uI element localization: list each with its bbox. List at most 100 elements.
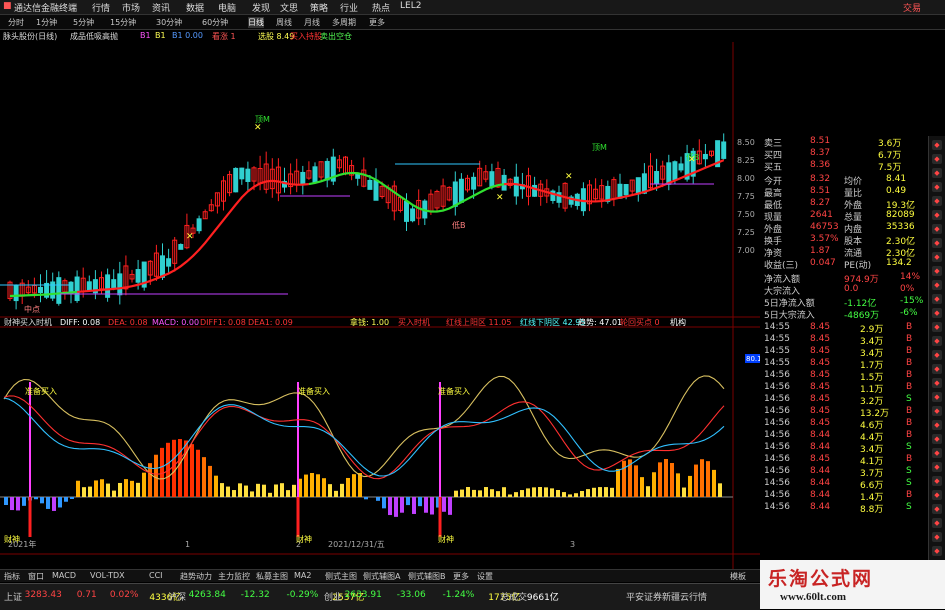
candle-body (75, 277, 79, 300)
side-tool-icon[interactable]: ◆ (932, 490, 942, 500)
side-tool-icon[interactable]: ◆ (932, 350, 942, 360)
low-mark: 低B (452, 220, 466, 230)
side-tool-icon[interactable]: ◆ (932, 196, 942, 206)
side-tool-icon[interactable]: ◆ (932, 546, 942, 556)
histogram-bar (286, 490, 290, 497)
tick-side: B (906, 430, 912, 440)
side-tool-icon[interactable]: ◆ (932, 448, 942, 458)
side-tool-icon[interactable]: ◆ (932, 294, 942, 304)
histogram-bar (580, 491, 584, 497)
side-tool-icon[interactable]: ◆ (932, 238, 942, 248)
side-tool-icon[interactable]: ◆ (932, 462, 942, 472)
side-tool-icon[interactable]: ◆ (932, 140, 942, 150)
menu-item[interactable]: 市场 (122, 1, 140, 14)
indicator-tab[interactable]: 趋势动力 (180, 571, 212, 582)
side-tool-icon[interactable]: ◆ (932, 378, 942, 388)
indicator-tab[interactable]: VOL-TDX (90, 571, 125, 580)
side-tool-icon[interactable]: ◆ (932, 392, 942, 402)
menu-item[interactable]: 电脑 (218, 1, 236, 14)
signal-star-icon: ✕ (565, 172, 573, 182)
menu-item[interactable]: 发现 (252, 1, 270, 14)
flow-pct: 14% (900, 272, 920, 282)
template-button[interactable]: 模板 (730, 571, 746, 582)
side-tool-icon[interactable]: ◆ (932, 518, 942, 528)
candle-body (673, 162, 677, 180)
menu-item[interactable]: 策略 (310, 1, 328, 14)
period-tab[interactable]: 月线 (304, 17, 320, 28)
period-tab[interactable]: 5分钟 (73, 17, 94, 28)
histogram-bar (364, 497, 368, 499)
period-tab[interactable]: 周线 (276, 17, 292, 28)
menu-item[interactable]: LEL2 (400, 1, 421, 11)
indicator-tab[interactable]: 窗口 (28, 571, 44, 582)
side-tool-icon[interactable]: ◆ (932, 280, 942, 290)
period-tab[interactable]: 分时 (8, 17, 24, 28)
indicator-tab[interactable]: MA2 (294, 571, 311, 580)
period-tab[interactable]: 1分钟 (36, 17, 57, 28)
menu-item[interactable]: 文思 (280, 1, 298, 14)
tick-row: 14:568.454.1万B (760, 454, 928, 466)
side-tool-icon[interactable]: ◆ (932, 532, 942, 542)
histogram-bar (328, 484, 332, 497)
period-tab[interactable]: 日线 (248, 17, 264, 28)
menu-item[interactable]: 行情 (92, 1, 110, 14)
side-tool-icon[interactable]: ◆ (932, 336, 942, 346)
indicator-tab[interactable]: 侧式主图 (325, 571, 357, 582)
histogram-bar (712, 470, 716, 497)
candle-body (655, 172, 659, 184)
menu-item[interactable]: 资讯 (152, 1, 170, 14)
formula-name[interactable]: 成品低吸高抛 (70, 31, 118, 42)
stock-name[interactable]: 脉头股份(日线) (3, 31, 57, 42)
indicator-tabs: 指标窗口MACDVOL-TDXCCI趋势动力主力监控私募主图MA2侧式主图侧式辅… (0, 569, 760, 582)
side-tool-icon[interactable]: ◆ (932, 224, 942, 234)
side-tool-icon[interactable]: ◆ (932, 154, 942, 164)
side-tool-icon[interactable]: ◆ (932, 504, 942, 514)
side-tool-icon[interactable]: ◆ (932, 406, 942, 416)
side-tool-icon[interactable]: ◆ (932, 308, 942, 318)
histogram-bar (310, 473, 314, 497)
tick-volume: 8.8万 (860, 502, 883, 515)
side-tool-icon[interactable]: ◆ (932, 182, 942, 192)
histogram-bar (112, 491, 116, 497)
indicator-tab[interactable]: MACD (52, 571, 76, 580)
side-tool-icon[interactable]: ◆ (932, 476, 942, 486)
tick-price: 8.45 (810, 334, 830, 344)
indicator-tab[interactable]: 私募主图 (256, 571, 288, 582)
side-tool-icon[interactable]: ◆ (932, 266, 942, 276)
index-pct: 0.02% (110, 590, 139, 600)
period-tab[interactable]: 15分钟 (110, 17, 136, 28)
tick-row: 14:568.451.1万B (760, 382, 928, 394)
kline-chart[interactable]: 顶M顶M低B中点低B✕✕✕✕✕ 8.508.258.007.757.507.25… (0, 42, 760, 569)
stat-value: 2641 (810, 210, 833, 220)
histogram-bar (40, 497, 44, 503)
indicator-tab[interactable]: 侧式辅图B (408, 571, 446, 582)
side-tool-icon[interactable]: ◆ (932, 322, 942, 332)
indicator-tab[interactable]: 侧式辅图A (363, 571, 400, 582)
indicator-tab[interactable]: 设置 (477, 571, 493, 582)
period-tab[interactable]: 更多 (369, 17, 385, 28)
period-tab[interactable]: 60分钟 (202, 17, 228, 28)
side-tool-icon[interactable]: ◆ (932, 434, 942, 444)
indicator-tab[interactable]: 主力监控 (218, 571, 250, 582)
indicator-tab[interactable]: CCI (149, 571, 163, 580)
side-tool-icon[interactable]: ◆ (932, 364, 942, 374)
indicator-tab[interactable]: 指标 (4, 571, 20, 582)
indicator-tab[interactable]: 更多 (453, 571, 469, 582)
candle-body (313, 167, 317, 183)
histogram-bar (622, 461, 626, 497)
candle-body (161, 256, 165, 277)
side-tool-icon[interactable]: ◆ (932, 252, 942, 262)
menu-item[interactable]: 热点 (372, 1, 390, 14)
menu-item[interactable]: 数据 (186, 1, 204, 14)
menu-item[interactable]: 行业 (340, 1, 358, 14)
side-tool-icon[interactable]: ◆ (932, 210, 942, 220)
period-tab[interactable]: 多周期 (332, 17, 356, 28)
period-tab[interactable]: 30分钟 (156, 17, 182, 28)
histogram-bar (610, 488, 614, 497)
subchart-value: DIFF1: 0.08 (200, 318, 246, 327)
histogram-bar (520, 490, 524, 497)
side-tool-icon[interactable]: ◆ (932, 168, 942, 178)
trade-button[interactable]: 交易 (903, 1, 921, 14)
side-tool-icon[interactable]: ◆ (932, 420, 942, 430)
flow-row: 大宗流入0.00% (760, 284, 928, 296)
